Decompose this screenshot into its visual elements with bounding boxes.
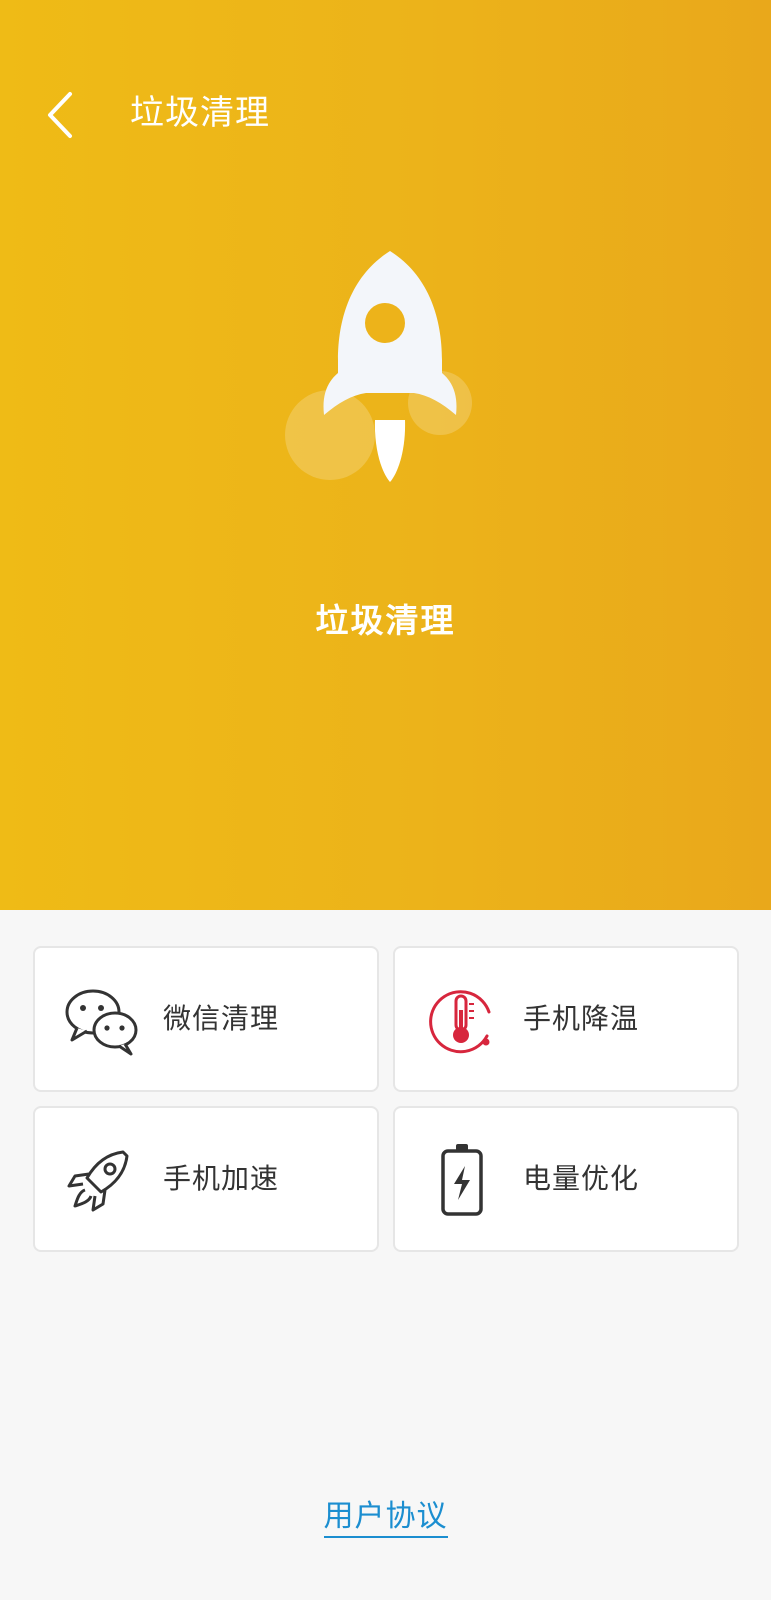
junk-clean-page: 垃圾清理 垃圾清理 微信清理 手机降温 手机加速 电量优化 用户协议 <box>0 0 771 1600</box>
feature-label: 手机加速 <box>163 1162 280 1195</box>
wechat-clean-card[interactable]: 微信清理 <box>33 946 379 1092</box>
page-title: 垃圾清理 <box>130 93 270 133</box>
battery-icon <box>441 1144 483 1216</box>
feature-label: 微信清理 <box>163 1002 280 1035</box>
wechat-icon <box>65 989 138 1056</box>
phone-boost-card[interactable]: 手机加速 <box>33 1106 379 1252</box>
feature-grid: 微信清理 手机降温 手机加速 电量优化 <box>33 946 739 1256</box>
user-agreement-link-wrapper: 用户协议 <box>0 1492 771 1546</box>
rocket-icon <box>67 1150 129 1212</box>
user-agreement-link[interactable]: 用户协议 <box>323 1499 448 1538</box>
chevron-left-icon <box>48 92 72 138</box>
feature-label: 手机降温 <box>523 1002 640 1035</box>
battery-optimize-card[interactable]: 电量优化 <box>393 1106 739 1252</box>
feature-label: 电量优化 <box>523 1162 640 1195</box>
phone-cooling-card[interactable]: 手机降温 <box>393 946 739 1092</box>
back-button[interactable] <box>32 80 92 150</box>
hero-banner: 垃圾清理 垃圾清理 <box>0 0 771 910</box>
hero-title: 垃圾清理 <box>315 601 456 640</box>
rocket-icon <box>285 251 472 482</box>
thermometer-icon <box>429 990 491 1054</box>
